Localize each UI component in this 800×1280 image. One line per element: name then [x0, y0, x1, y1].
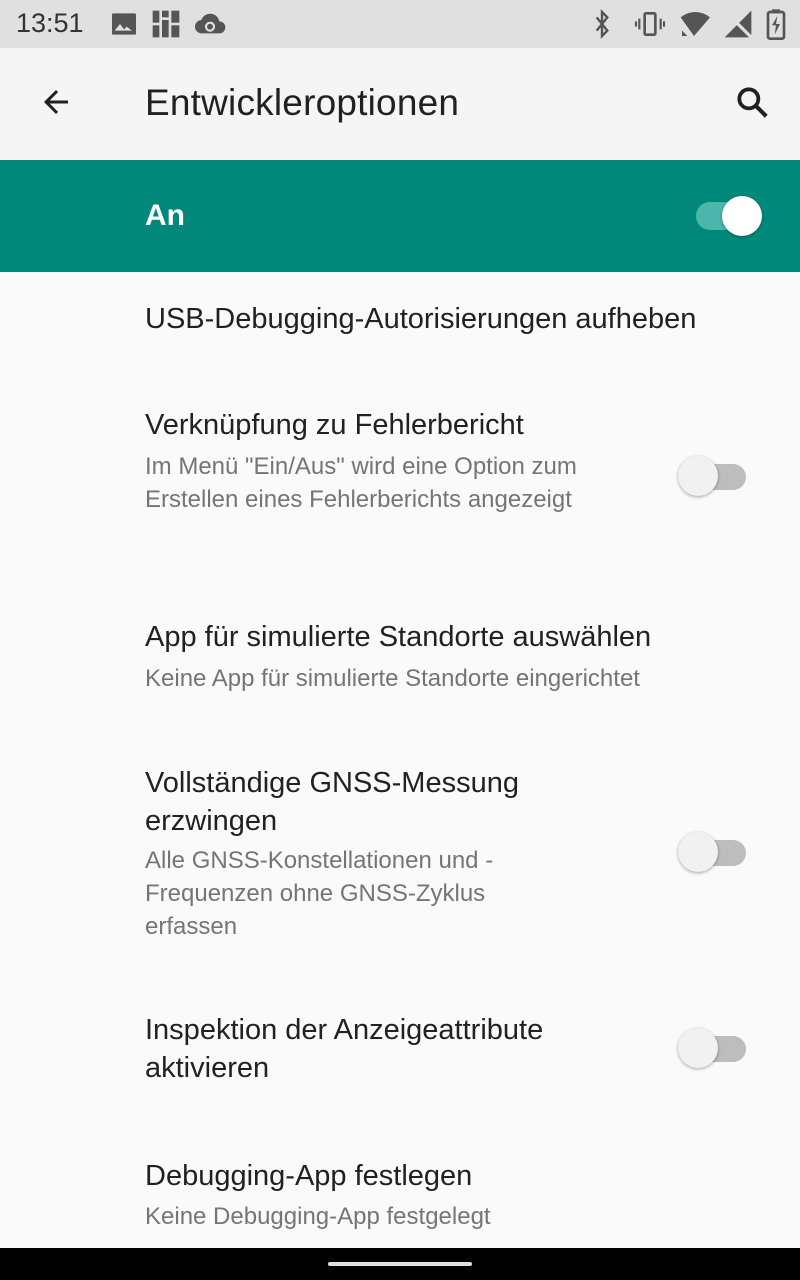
- list-item-gnss-measurement[interactable]: Vollständige GNSS-Messung erzwingen Alle…: [0, 740, 800, 976]
- item-title: Debugging-App festlegen: [145, 1160, 473, 1192]
- item-title: Inspektion der Anzeigeattribute aktivier…: [145, 1014, 544, 1084]
- item-summary: Keine App für simulierte Standorte einge…: [145, 665, 640, 692]
- bugreport-toggle[interactable]: [678, 454, 750, 498]
- status-bar: 13:51: [0, 0, 800, 48]
- image-icon: [108, 8, 140, 40]
- item-title: App für simulierte Standorte auswählen: [145, 621, 652, 653]
- search-button[interactable]: [724, 76, 780, 132]
- gnss-toggle[interactable]: [678, 830, 750, 874]
- vibrate-icon: [634, 8, 666, 40]
- home-gesture-handle[interactable]: [328, 1262, 472, 1266]
- back-button[interactable]: [28, 76, 84, 132]
- toggle-thumb: [678, 456, 718, 496]
- cloud-sync-icon: [194, 8, 226, 40]
- toggle-thumb: [678, 832, 718, 872]
- item-title: Vollständige GNSS-Messung erzwingen: [145, 767, 519, 837]
- list-item-usb-debugging-revoke[interactable]: USB-Debugging-Autorisierungen aufheben: [0, 272, 800, 372]
- list-item-debug-app[interactable]: Debugging-App festlegen Keine Debugging-…: [0, 1136, 800, 1248]
- master-switch-thumb: [722, 196, 762, 236]
- search-icon: [733, 83, 771, 126]
- bluetooth-icon: [586, 8, 618, 40]
- list-item-bugreport-shortcut[interactable]: Verknüpfung zu Fehlerbericht Im Menü "Ei…: [0, 372, 800, 580]
- app-bar: Entwickleroptionen: [0, 48, 800, 160]
- view-attribute-toggle[interactable]: [678, 1026, 750, 1070]
- master-switch-bar[interactable]: An: [0, 160, 800, 272]
- arrow-back-icon: [38, 84, 74, 125]
- master-switch-label: An: [145, 199, 185, 232]
- wifi-icon: [678, 8, 710, 40]
- battery-charging-icon: [760, 8, 792, 40]
- no-signal-icon: [722, 8, 754, 40]
- item-title: USB-Debugging-Autorisierungen aufheben: [145, 303, 697, 335]
- grid-app-icon: [150, 8, 182, 40]
- item-title: Verknüpfung zu Fehlerbericht: [145, 409, 524, 441]
- item-summary: Alle GNSS-Konstellationen und -Frequenze…: [145, 847, 494, 940]
- item-summary: Keine Debugging-App festgelegt: [145, 1203, 491, 1230]
- item-summary: Im Menü "Ein/Aus" wird eine Option zum E…: [145, 453, 577, 513]
- navigation-bar: [0, 1248, 800, 1280]
- page-title: Entwickleroptionen: [145, 82, 460, 123]
- list-item-view-attribute-inspection[interactable]: Inspektion der Anzeigeattribute aktivier…: [0, 976, 800, 1136]
- master-switch-toggle[interactable]: [694, 194, 764, 238]
- status-time: 13:51: [16, 8, 84, 38]
- toggle-thumb: [678, 1028, 718, 1068]
- list-item-mock-location-app[interactable]: App für simulierte Standorte auswählen K…: [0, 580, 800, 740]
